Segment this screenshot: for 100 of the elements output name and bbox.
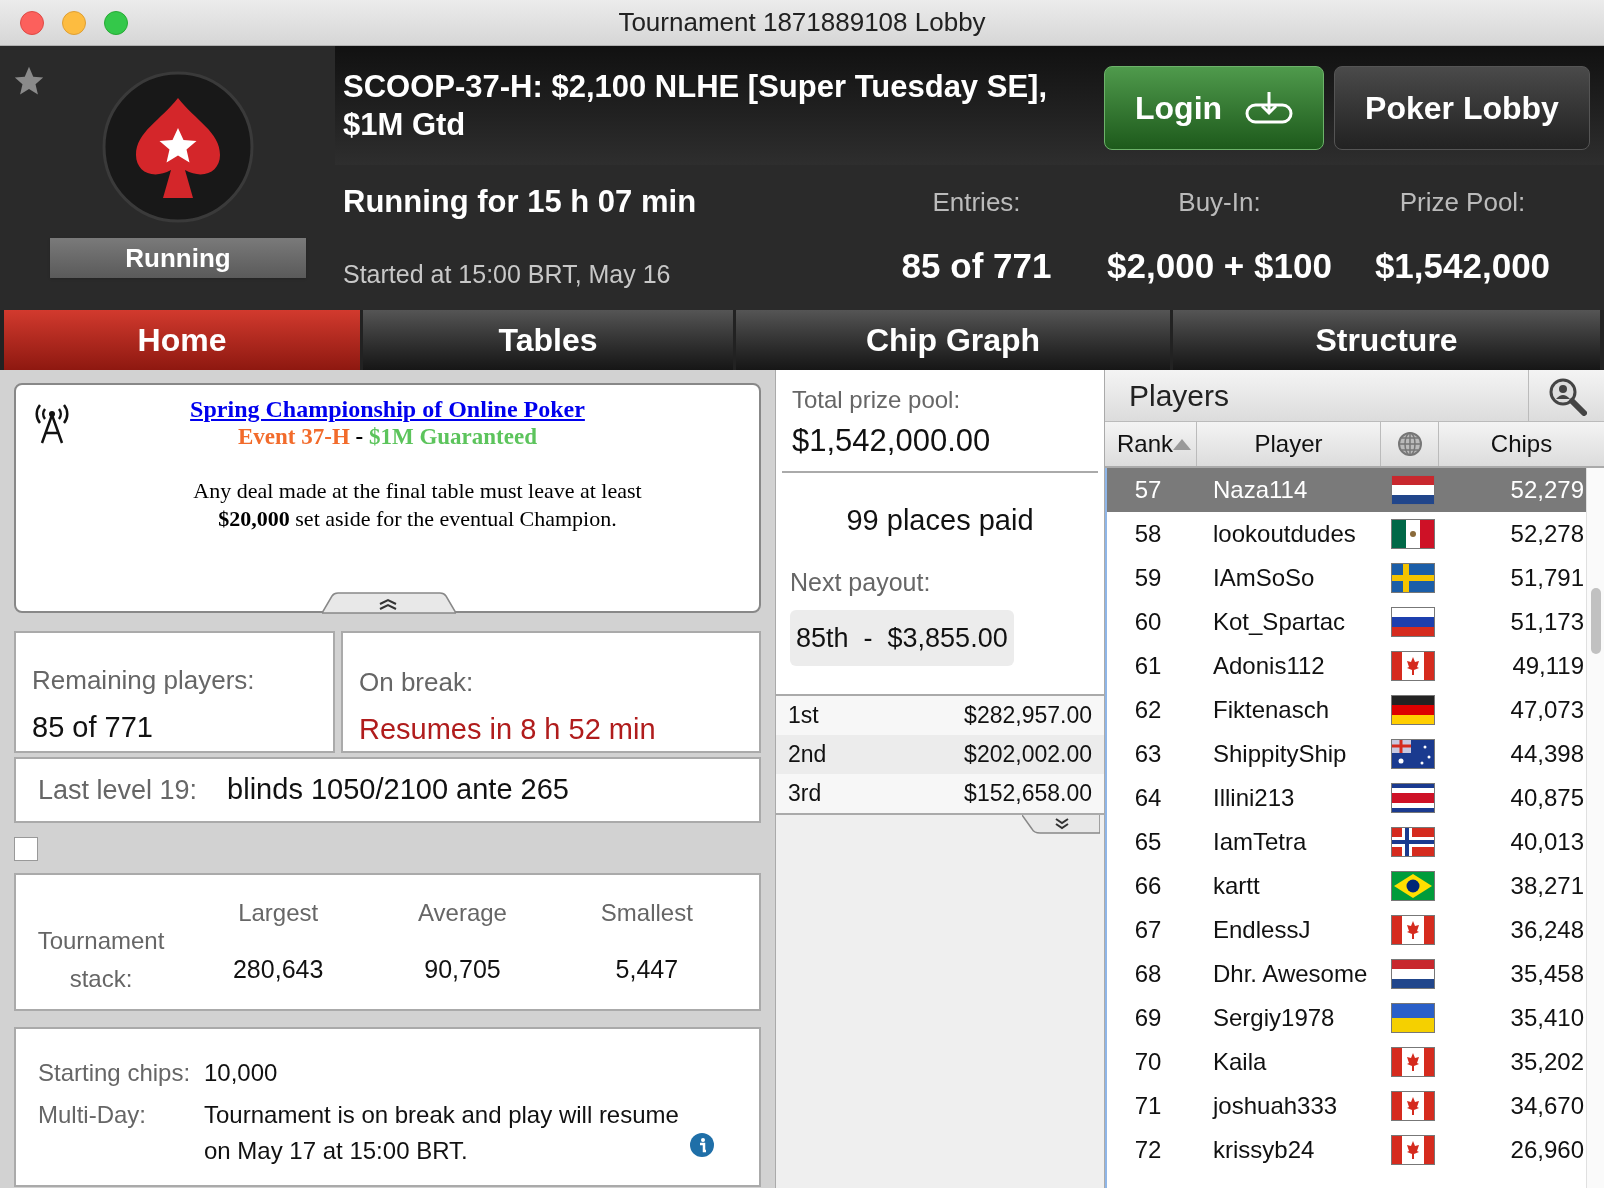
place: 2nd (788, 740, 827, 770)
player-name: Fiktenasch (1213, 695, 1331, 725)
chips-cell-text: 51,173 (1509, 607, 1585, 637)
player-name: IamTetra (1213, 827, 1308, 857)
stack-label: Tournament stack: (36, 926, 166, 994)
rank-cell-text: 63 (1133, 739, 1163, 769)
player-name: Adonis112 (1213, 651, 1326, 681)
chips-cell-text: 40,013 (1509, 827, 1585, 857)
flag-icon (1391, 827, 1435, 857)
stack-column-label: Smallest (600, 898, 693, 929)
event-subtitle: Event 37-H - $1M Guaranteed (238, 423, 537, 451)
flag-icon (1391, 871, 1435, 901)
rank-cell-text: 65 (1133, 827, 1163, 857)
flag-icon (1391, 651, 1435, 681)
tab[interactable]: Home (4, 310, 360, 370)
next-payout-value: 85th - $3,855.00 (790, 609, 1014, 666)
rank-cell-text: 58 (1133, 519, 1163, 549)
players-title: Players (1128, 378, 1231, 414)
tournament-title: SCOOP-37-H: $2,100 NLHE [Super Tuesday SE], (343, 68, 1048, 106)
start-time: Started at 15:00 BRT, May 16 (343, 258, 671, 290)
rank-cell-text: 68 (1133, 959, 1163, 989)
player-name: ShippityShip (1213, 739, 1348, 769)
chips-cell-text: 26,960 (1509, 1135, 1585, 1165)
player-name: joshuah333 (1213, 1091, 1339, 1121)
next-payout-label: Next payout: (790, 567, 931, 598)
chips-cell-text: 35,202 (1509, 1047, 1585, 1077)
stat-label: Entries: (932, 186, 1021, 219)
stack-value: 280,643 (232, 954, 324, 986)
total-prize-label: Total prize pool: (792, 385, 961, 415)
scrollbar-thumb[interactable] (1591, 588, 1601, 654)
notice-text: Any deal made at the final table must leave at least $20,000 set aside for the eventual Champion. (192, 477, 643, 533)
player-name: krissyb24 (1213, 1135, 1316, 1165)
info-value: 10,000 (204, 1058, 278, 1088)
rank-cell-text: 69 (1133, 1003, 1163, 1033)
player-name: Illini213 (1213, 783, 1296, 813)
player-name: Naza114 (1213, 475, 1309, 505)
places-paid: 99 places paid (846, 502, 1034, 538)
flag-icon (1391, 1003, 1435, 1033)
info-value: Tournament is on break and play will resume on May 17 at 15:00 BRT. (204, 1100, 680, 1166)
info-icon[interactable] (690, 1133, 714, 1157)
stack-column-label: Average (418, 898, 507, 929)
sort-up-icon (1173, 438, 1192, 450)
rank-cell-text: 60 (1133, 607, 1163, 637)
last-level-label: Last level 19: (38, 773, 198, 807)
chips-cell-text: 40,875 (1509, 783, 1585, 813)
scrollbar[interactable] (1586, 468, 1604, 1188)
stack-value: 90,705 (424, 954, 501, 986)
tab[interactable]: Tables (363, 310, 733, 370)
info-label: Multi-Day: (38, 1100, 147, 1130)
prize-amount: $282,957.00 (964, 701, 1092, 731)
checkbox[interactable] (14, 837, 38, 861)
rank-cell-text: 61 (1133, 651, 1163, 681)
login-icon (1245, 91, 1293, 125)
chips-cell-text: 44,398 (1509, 739, 1585, 769)
rank-cell-text: 66 (1133, 871, 1163, 901)
chips-cell-text: 35,410 (1509, 1003, 1585, 1033)
flag-icon (1391, 519, 1435, 549)
tournament-title: $1M Gtd (343, 106, 466, 144)
column-header[interactable]: Chips (1439, 422, 1604, 466)
collapse-tab-icon[interactable] (322, 592, 456, 614)
flag-icon (1391, 915, 1435, 945)
poker-lobby-button[interactable]: Poker Lobby (1334, 66, 1590, 150)
prize-amount: $152,658.00 (964, 779, 1092, 809)
column-header[interactable]: Rank (1105, 422, 1197, 466)
prize-amount: $202,002.00 (964, 740, 1092, 770)
player-name: Kaila (1213, 1047, 1268, 1077)
player-row[interactable]: 57 Naza114 52,279 (1107, 468, 1586, 512)
zoom-button[interactable] (104, 10, 128, 35)
login-button[interactable]: Login (1104, 66, 1324, 150)
flag-icon (1391, 959, 1435, 989)
stat-label: Buy-In: (1178, 186, 1261, 219)
rank-cell-text: 70 (1133, 1047, 1163, 1077)
chips-cell-text: 52,279 (1509, 475, 1585, 505)
chips-cell-text: 49,119 (1511, 651, 1585, 681)
chips-cell-text: 47,073 (1509, 695, 1585, 725)
championship-link[interactable]: Spring Championship of Online Poker (190, 395, 585, 423)
column-header[interactable]: Player (1197, 422, 1381, 466)
flag-icon (1391, 563, 1435, 593)
info-label: Starting chips: (38, 1058, 192, 1088)
running-time: Running for 15 h 07 min (343, 183, 697, 221)
player-name: Kot_Spartac (1213, 607, 1347, 637)
globe-icon (1396, 431, 1423, 457)
stat-value: $2,000 + $100 (1107, 245, 1332, 287)
rank-cell-text: 64 (1133, 783, 1163, 813)
chips-cell-text: 35,458 (1509, 959, 1585, 989)
close-button[interactable] (20, 10, 44, 35)
player-name: lookoutdudes (1213, 519, 1357, 549)
expand-tab-icon[interactable] (1022, 815, 1100, 835)
spade-logo-icon (101, 70, 255, 224)
stack-value: 5,447 (615, 954, 679, 986)
flag-icon (1391, 1047, 1435, 1077)
tab[interactable]: Chip Graph (736, 310, 1170, 370)
place: 1st (788, 701, 819, 731)
flag-icon (1391, 695, 1435, 725)
player-name: Dhr. Awesome (1213, 959, 1369, 989)
rank-cell-text: 72 (1133, 1135, 1163, 1165)
flag-icon (1391, 607, 1435, 637)
chips-cell-text: 38,271 (1509, 871, 1585, 901)
remaining-players-value: 85 of 771 (32, 710, 153, 745)
tab[interactable]: Structure (1173, 310, 1600, 370)
